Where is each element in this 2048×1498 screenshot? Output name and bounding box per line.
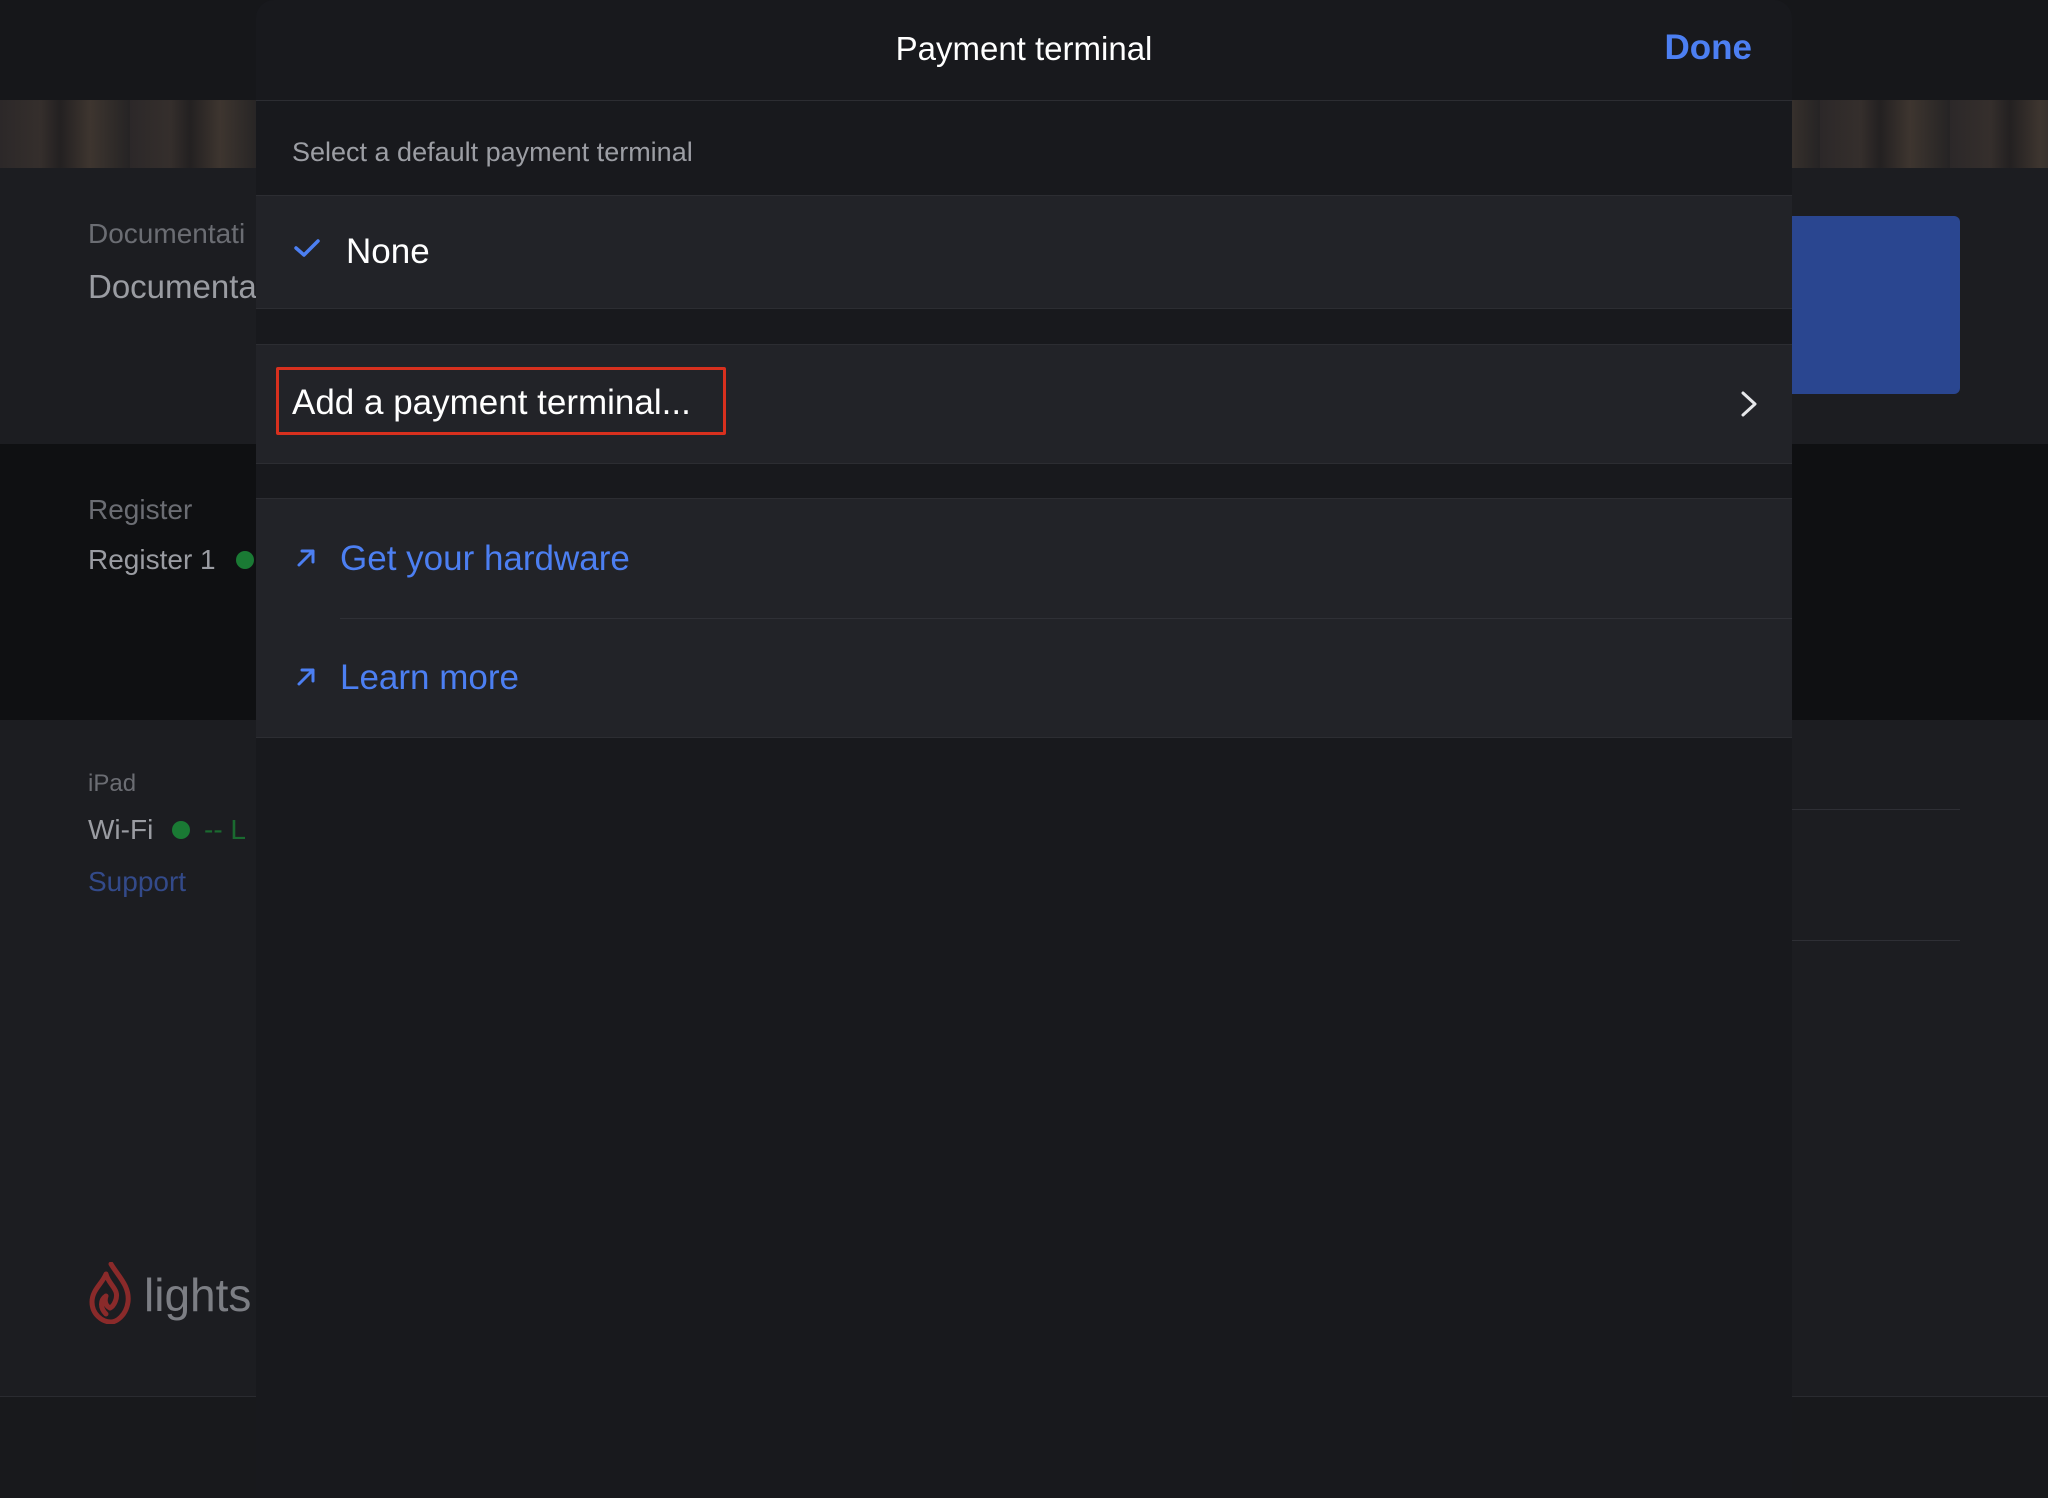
get-hardware-row[interactable]: Get your hardware [256, 499, 1792, 618]
learn-more-row[interactable]: Learn more [256, 618, 1792, 737]
get-hardware-link[interactable]: Get your hardware [340, 539, 630, 579]
logo-wordmark: lights [144, 1269, 252, 1321]
background-divider [1790, 809, 1960, 810]
chevron-right-icon [1741, 391, 1757, 417]
done-button[interactable]: Done [1665, 28, 1753, 68]
payment-terminal-modal: Payment terminal Done Select a default p… [256, 0, 1792, 1497]
register-label: Register [88, 494, 193, 525]
lightspeed-flame-icon [89, 1262, 131, 1324]
checkmark-icon [294, 239, 320, 257]
section-header: Select a default payment terminal [292, 137, 693, 167]
wifi-label: Wi-Fi [88, 814, 154, 845]
wifi-status-text: -- L [204, 814, 246, 845]
support-link: Support [88, 866, 187, 897]
add-terminal-group: Add a payment terminal... [256, 344, 1792, 464]
learn-more-link[interactable]: Learn more [340, 658, 519, 698]
option-none-label: None [346, 232, 430, 271]
option-none-row[interactable]: None [256, 196, 1792, 308]
documentation-value: Documenta [88, 268, 257, 305]
links-group: Get your hardware Learn more [256, 498, 1792, 738]
modal-header: Payment terminal Done [256, 0, 1792, 101]
background-divider [1790, 940, 1960, 941]
documentation-label: Documentati [88, 218, 246, 249]
modal-title: Payment terminal [895, 30, 1153, 67]
wifi-status-dot [172, 821, 190, 839]
terminal-options-group: None [256, 195, 1792, 309]
register-value: Register 1 [88, 544, 216, 575]
arrow-up-right-icon [297, 549, 315, 567]
add-terminal-label: Add a payment terminal... [292, 383, 691, 422]
ipad-label: iPad [88, 770, 137, 797]
register-status-dot [236, 551, 254, 569]
add-terminal-row[interactable]: Add a payment terminal... [256, 345, 1792, 463]
arrow-up-right-icon [297, 668, 315, 686]
